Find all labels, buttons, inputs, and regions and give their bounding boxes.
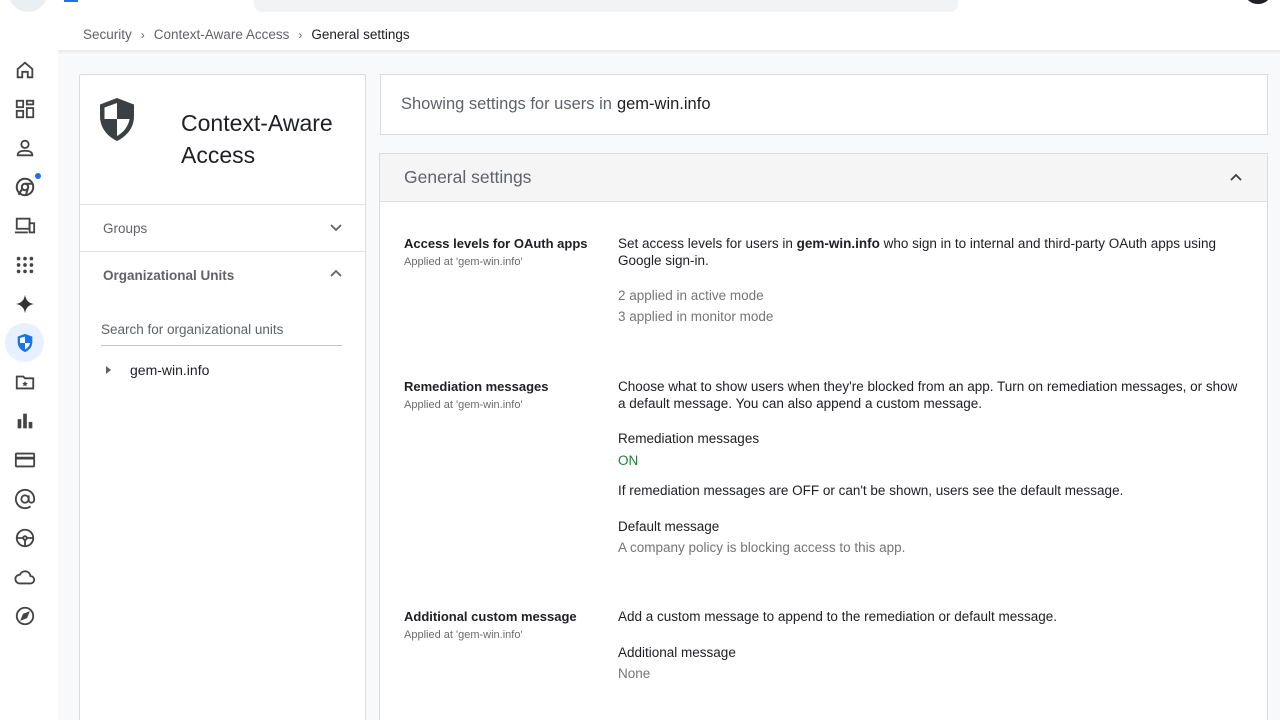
additional-message-value: None <box>618 666 651 681</box>
breadcrumb-divider <box>58 50 1280 56</box>
field-label: Additional message <box>618 644 736 660</box>
folder-star-icon[interactable] <box>5 364 45 400</box>
row-description: Set access levels for users in gem-win.i… <box>618 236 1248 269</box>
breadcrumb-separator-icon: › <box>140 27 145 42</box>
desc-domain: gem-win.info <box>796 236 880 251</box>
remediation-status: ON <box>618 452 639 468</box>
row-title: Remediation messages <box>404 379 549 394</box>
at-sign-icon[interactable] <box>5 481 45 517</box>
notification-dot <box>35 173 41 179</box>
org-tree-label: gem-win.info <box>130 362 210 378</box>
breadcrumb-link-security[interactable]: Security <box>83 27 132 42</box>
row-value: Set access levels for users in gem-win.i… <box>618 236 1248 325</box>
row-description: Choose what to show users when they're b… <box>618 379 1238 411</box>
row-value: Choose what to show users when they're b… <box>618 379 1248 557</box>
cloud-icon[interactable] <box>5 559 45 595</box>
active-mode-count: 2 applied in active mode <box>618 288 764 303</box>
sparkle-icon[interactable] <box>5 286 45 322</box>
compass-icon[interactable] <box>5 598 45 634</box>
row-applied: Applied at 'gem-win.info' <box>404 399 523 411</box>
breadcrumb-link-context-aware-access[interactable]: Context-Aware Access <box>154 27 290 42</box>
field-label: Remediation messages <box>618 431 760 446</box>
home-icon[interactable] <box>5 52 45 88</box>
row-value: Add a custom message to append to the re… <box>618 609 1248 683</box>
row-label: Remediation messages Applied at 'gem-win… <box>404 379 604 411</box>
settings-title: General settings <box>404 167 532 187</box>
nav-rail <box>0 52 50 720</box>
left-panel: Context-Aware Access Groups Organization… <box>79 74 366 720</box>
shield-icon <box>98 97 136 148</box>
shield-icon[interactable] <box>5 323 45 362</box>
apps-grid-icon[interactable] <box>5 247 45 283</box>
row-applied: Applied at 'gem-win.info' <box>404 256 523 268</box>
org-units-section[interactable]: Organizational Units <box>80 252 365 299</box>
remediation-note: If remediation messages are OFF or can't… <box>618 483 1124 498</box>
chevron-down-icon <box>330 224 342 232</box>
org-unit-search-input[interactable]: Search for organizational units <box>101 322 342 346</box>
admin-logo-icon[interactable] <box>64 0 78 2</box>
chevron-up-icon <box>330 269 342 277</box>
bar-chart-icon[interactable] <box>5 403 45 439</box>
credit-card-icon[interactable] <box>5 442 45 478</box>
org-units-label: Organizational Units <box>103 268 235 283</box>
account-switcher-avatar[interactable] <box>8 0 48 12</box>
search-bar[interactable] <box>254 0 958 12</box>
groups-section[interactable]: Groups <box>80 205 365 252</box>
devices-icon[interactable] <box>5 208 45 244</box>
settings-header[interactable]: General settings <box>380 154 1267 202</box>
breadcrumb: Security › Context-Aware Access › Genera… <box>83 27 410 42</box>
dashboard-icon[interactable] <box>5 91 45 127</box>
chrome-icon[interactable] <box>5 169 45 205</box>
row-label: Additional custom message Applied at 'ge… <box>404 609 604 641</box>
breadcrumb-current: General settings <box>311 27 410 42</box>
scope-prefix: Showing settings for users in <box>401 95 612 113</box>
person-icon[interactable] <box>5 130 45 166</box>
desc-text: Set access levels for users in <box>618 236 793 251</box>
groups-label: Groups <box>103 220 148 236</box>
chevron-up-icon[interactable] <box>1229 171 1243 185</box>
scope-banner: Showing settings for users in gem-win.in… <box>380 74 1268 135</box>
field-label: Default message <box>618 518 720 534</box>
default-message-value: A company policy is blocking access to t… <box>618 540 906 555</box>
caret-right-icon[interactable] <box>106 366 111 374</box>
scope-domain: gem-win.info <box>616 95 711 113</box>
panel-title: Context-Aware Access <box>181 110 333 168</box>
panel-header: Context-Aware Access <box>80 75 365 205</box>
row-title: Access levels for OAuth apps <box>404 236 588 251</box>
steering-wheel-icon[interactable] <box>5 520 45 556</box>
row-applied: Applied at 'gem-win.info' <box>404 629 523 641</box>
user-avatar[interactable] <box>1246 0 1270 4</box>
monitor-mode-count: 3 applied in monitor mode <box>618 308 774 324</box>
org-tree-item[interactable]: gem-win.info <box>106 362 209 378</box>
general-settings-card: General settings Access levels for OAuth… <box>379 153 1268 720</box>
row-label: Access levels for OAuth apps Applied at … <box>404 236 604 268</box>
breadcrumb-separator-icon: › <box>298 27 303 42</box>
row-title: Additional custom message <box>404 609 577 624</box>
row-description: Add a custom message to append to the re… <box>618 609 1058 624</box>
